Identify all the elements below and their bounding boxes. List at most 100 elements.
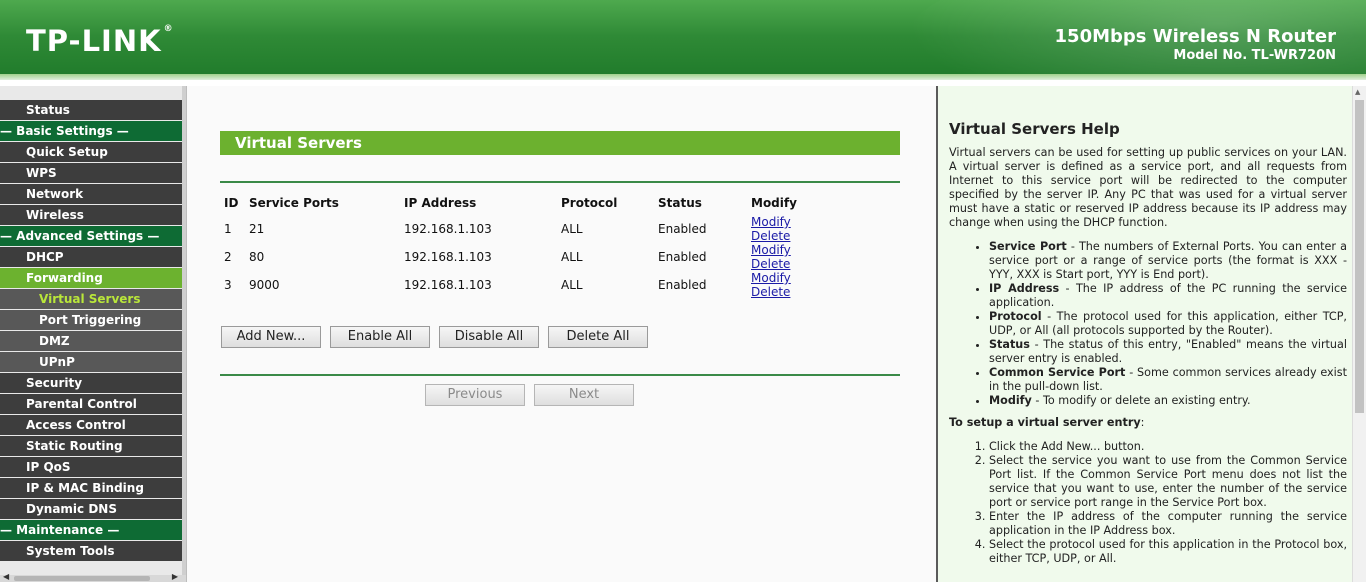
cell-service-port: 9000 bbox=[249, 278, 280, 292]
sidebar-item-access-control[interactable]: Access Control bbox=[0, 415, 182, 435]
sidebar-item-static-routing[interactable]: Static Routing bbox=[0, 436, 182, 456]
setup-step: Click the Add New... button. bbox=[989, 440, 1347, 454]
cell-modify: Modify Delete bbox=[747, 243, 820, 271]
sidebar-item-quick-setup[interactable]: Quick Setup bbox=[0, 142, 182, 162]
sidebar-item-virtual-servers[interactable]: Virtual Servers bbox=[0, 289, 182, 309]
setup-step: Select the protocol used for this applic… bbox=[989, 538, 1347, 566]
col-header-service-ports: Service Ports bbox=[249, 196, 339, 210]
help-intro: Virtual servers can be used for setting … bbox=[949, 146, 1347, 229]
sidebar-section-basic-settings: — Basic Settings — bbox=[0, 121, 182, 141]
tp-link-logo: TP-LINK ® bbox=[26, 24, 174, 58]
sidebar-item-security[interactable]: Security bbox=[0, 373, 182, 393]
sidebar-item-port-triggering[interactable]: Port Triggering bbox=[0, 310, 182, 330]
sidebar-item-wps[interactable]: WPS bbox=[0, 163, 182, 183]
delete-all-button[interactable]: Delete All bbox=[548, 326, 648, 348]
delete-link[interactable]: Delete bbox=[751, 285, 790, 299]
bullet-term: Service Port bbox=[989, 240, 1067, 253]
add-new-button[interactable]: Add New... bbox=[221, 326, 321, 348]
table-row: 1 21 192.168.1.103 ALL Enabled Modify De… bbox=[220, 215, 820, 243]
cell-ip-address: 192.168.1.103 bbox=[404, 222, 492, 236]
help-bullet: Modify - To modify or delete an existing… bbox=[989, 394, 1347, 408]
scrollbar-thumb[interactable] bbox=[1355, 100, 1364, 413]
scroll-up-icon[interactable]: ▲ bbox=[1355, 88, 1360, 96]
scroll-right-icon[interactable]: ▶ bbox=[172, 572, 178, 581]
setup-steps: Click the Add New... button. Select the … bbox=[989, 440, 1347, 566]
cell-ip-address: 192.168.1.103 bbox=[404, 278, 492, 292]
bullet-term: Status bbox=[989, 338, 1030, 351]
page-title: Virtual Servers bbox=[220, 131, 900, 155]
sidebar-item-parental-control[interactable]: Parental Control bbox=[0, 394, 182, 414]
sidebar-horizontal-scrollbar[interactable]: ◀ ▶ bbox=[0, 572, 186, 582]
cell-modify: Modify Delete bbox=[747, 215, 820, 243]
header-divider bbox=[0, 74, 1366, 80]
setup-heading-colon: : bbox=[1140, 416, 1145, 429]
setup-step: Enter the IP address of the computer run… bbox=[989, 510, 1347, 538]
cell-id: 1 bbox=[224, 222, 232, 236]
cell-id: 2 bbox=[224, 250, 232, 264]
sidebar-item-dynamic-dns[interactable]: Dynamic DNS bbox=[0, 499, 182, 519]
delete-link[interactable]: Delete bbox=[751, 229, 790, 243]
col-header-id: ID bbox=[224, 196, 239, 210]
menu-list: Status — Basic Settings — Quick Setup WPS Ne… bbox=[0, 100, 182, 562]
bottom-divider bbox=[220, 374, 900, 376]
virtual-servers-table: ID Service Ports IP Address Protocol Sta… bbox=[220, 191, 820, 299]
setup-heading: To setup a virtual server entry: bbox=[949, 416, 1347, 430]
help-field-list: Service Port - The numbers of External P… bbox=[989, 240, 1347, 408]
help-title: Virtual Servers Help bbox=[949, 120, 1120, 138]
bullet-text: - The protocol used for this application… bbox=[989, 310, 1347, 337]
enable-all-button[interactable]: Enable All bbox=[330, 326, 430, 348]
sidebar-item-status[interactable]: Status bbox=[0, 100, 182, 120]
scrollbar-thumb[interactable] bbox=[14, 576, 150, 581]
cell-service-port: 21 bbox=[249, 222, 265, 236]
sidebar-item-upnp[interactable]: UPnP bbox=[0, 352, 182, 372]
scroll-left-icon[interactable]: ◀ bbox=[3, 572, 9, 581]
top-divider bbox=[220, 181, 900, 183]
cell-id: 3 bbox=[224, 278, 232, 292]
sidebar-item-forwarding[interactable]: Forwarding bbox=[0, 268, 182, 288]
help-bullet: Status - The status of this entry, "Enab… bbox=[989, 338, 1347, 366]
col-header-modify: Modify bbox=[751, 196, 797, 210]
sidebar-item-ip-mac-binding[interactable]: IP & MAC Binding bbox=[0, 478, 182, 498]
cell-status: Enabled bbox=[658, 250, 707, 264]
table-row: 3 9000 192.168.1.103 ALL Enabled Modify … bbox=[220, 271, 820, 299]
cell-service-port: 80 bbox=[249, 250, 265, 264]
modify-link[interactable]: Modify bbox=[751, 243, 791, 257]
logo-text: TP-LINK bbox=[26, 24, 162, 58]
col-header-protocol: Protocol bbox=[561, 196, 618, 210]
help-panel: Virtual Servers Help Virtual servers can… bbox=[936, 86, 1366, 582]
model-number: Model No. TL-WR720N bbox=[1173, 48, 1336, 63]
main-content: Virtual Servers ID Service Ports IP Addr… bbox=[186, 86, 936, 582]
modify-link[interactable]: Modify bbox=[751, 271, 791, 285]
bullet-text: - The status of this entry, "Enabled" me… bbox=[989, 338, 1347, 365]
cell-protocol: ALL bbox=[561, 278, 583, 292]
previous-button[interactable]: Previous bbox=[425, 384, 525, 406]
bullet-term: IP Address bbox=[989, 282, 1060, 295]
cell-ip-address: 192.168.1.103 bbox=[404, 250, 492, 264]
help-bullet: IP Address - The IP address of the PC ru… bbox=[989, 282, 1347, 310]
help-bullet: Service Port - The numbers of External P… bbox=[989, 240, 1347, 282]
help-vertical-scrollbar[interactable]: ▲ bbox=[1352, 86, 1366, 582]
registered-mark: ® bbox=[163, 24, 174, 34]
product-title: 150Mbps Wireless N Router bbox=[1054, 26, 1336, 47]
help-bullet: Protocol - The protocol used for this ap… bbox=[989, 310, 1347, 338]
setup-heading-text: To setup a virtual server entry bbox=[949, 416, 1141, 429]
disable-all-button[interactable]: Disable All bbox=[439, 326, 539, 348]
sidebar-item-network[interactable]: Network bbox=[0, 184, 182, 204]
cell-status: Enabled bbox=[658, 222, 707, 236]
table-row: 2 80 192.168.1.103 ALL Enabled Modify De… bbox=[220, 243, 820, 271]
header-banner: TP-LINK ® 150Mbps Wireless N Router Model… bbox=[0, 0, 1366, 80]
cell-protocol: ALL bbox=[561, 250, 583, 264]
sidebar-item-system-tools[interactable]: System Tools bbox=[0, 541, 182, 561]
sidebar-item-dmz[interactable]: DMZ bbox=[0, 331, 182, 351]
setup-step: Select the service you want to use from … bbox=[989, 454, 1347, 510]
next-button[interactable]: Next bbox=[534, 384, 634, 406]
bullet-term: Protocol bbox=[989, 310, 1042, 323]
bullet-text: - To modify or delete an existing entry. bbox=[1031, 394, 1251, 407]
help-content: Virtual Servers Help Virtual servers can… bbox=[949, 122, 1347, 566]
sidebar-item-ip-qos[interactable]: IP QoS bbox=[0, 457, 182, 477]
table-header-row: ID Service Ports IP Address Protocol Sta… bbox=[220, 191, 820, 215]
delete-link[interactable]: Delete bbox=[751, 257, 790, 271]
sidebar-item-dhcp[interactable]: DHCP bbox=[0, 247, 182, 267]
modify-link[interactable]: Modify bbox=[751, 215, 791, 229]
sidebar-item-wireless[interactable]: Wireless bbox=[0, 205, 182, 225]
